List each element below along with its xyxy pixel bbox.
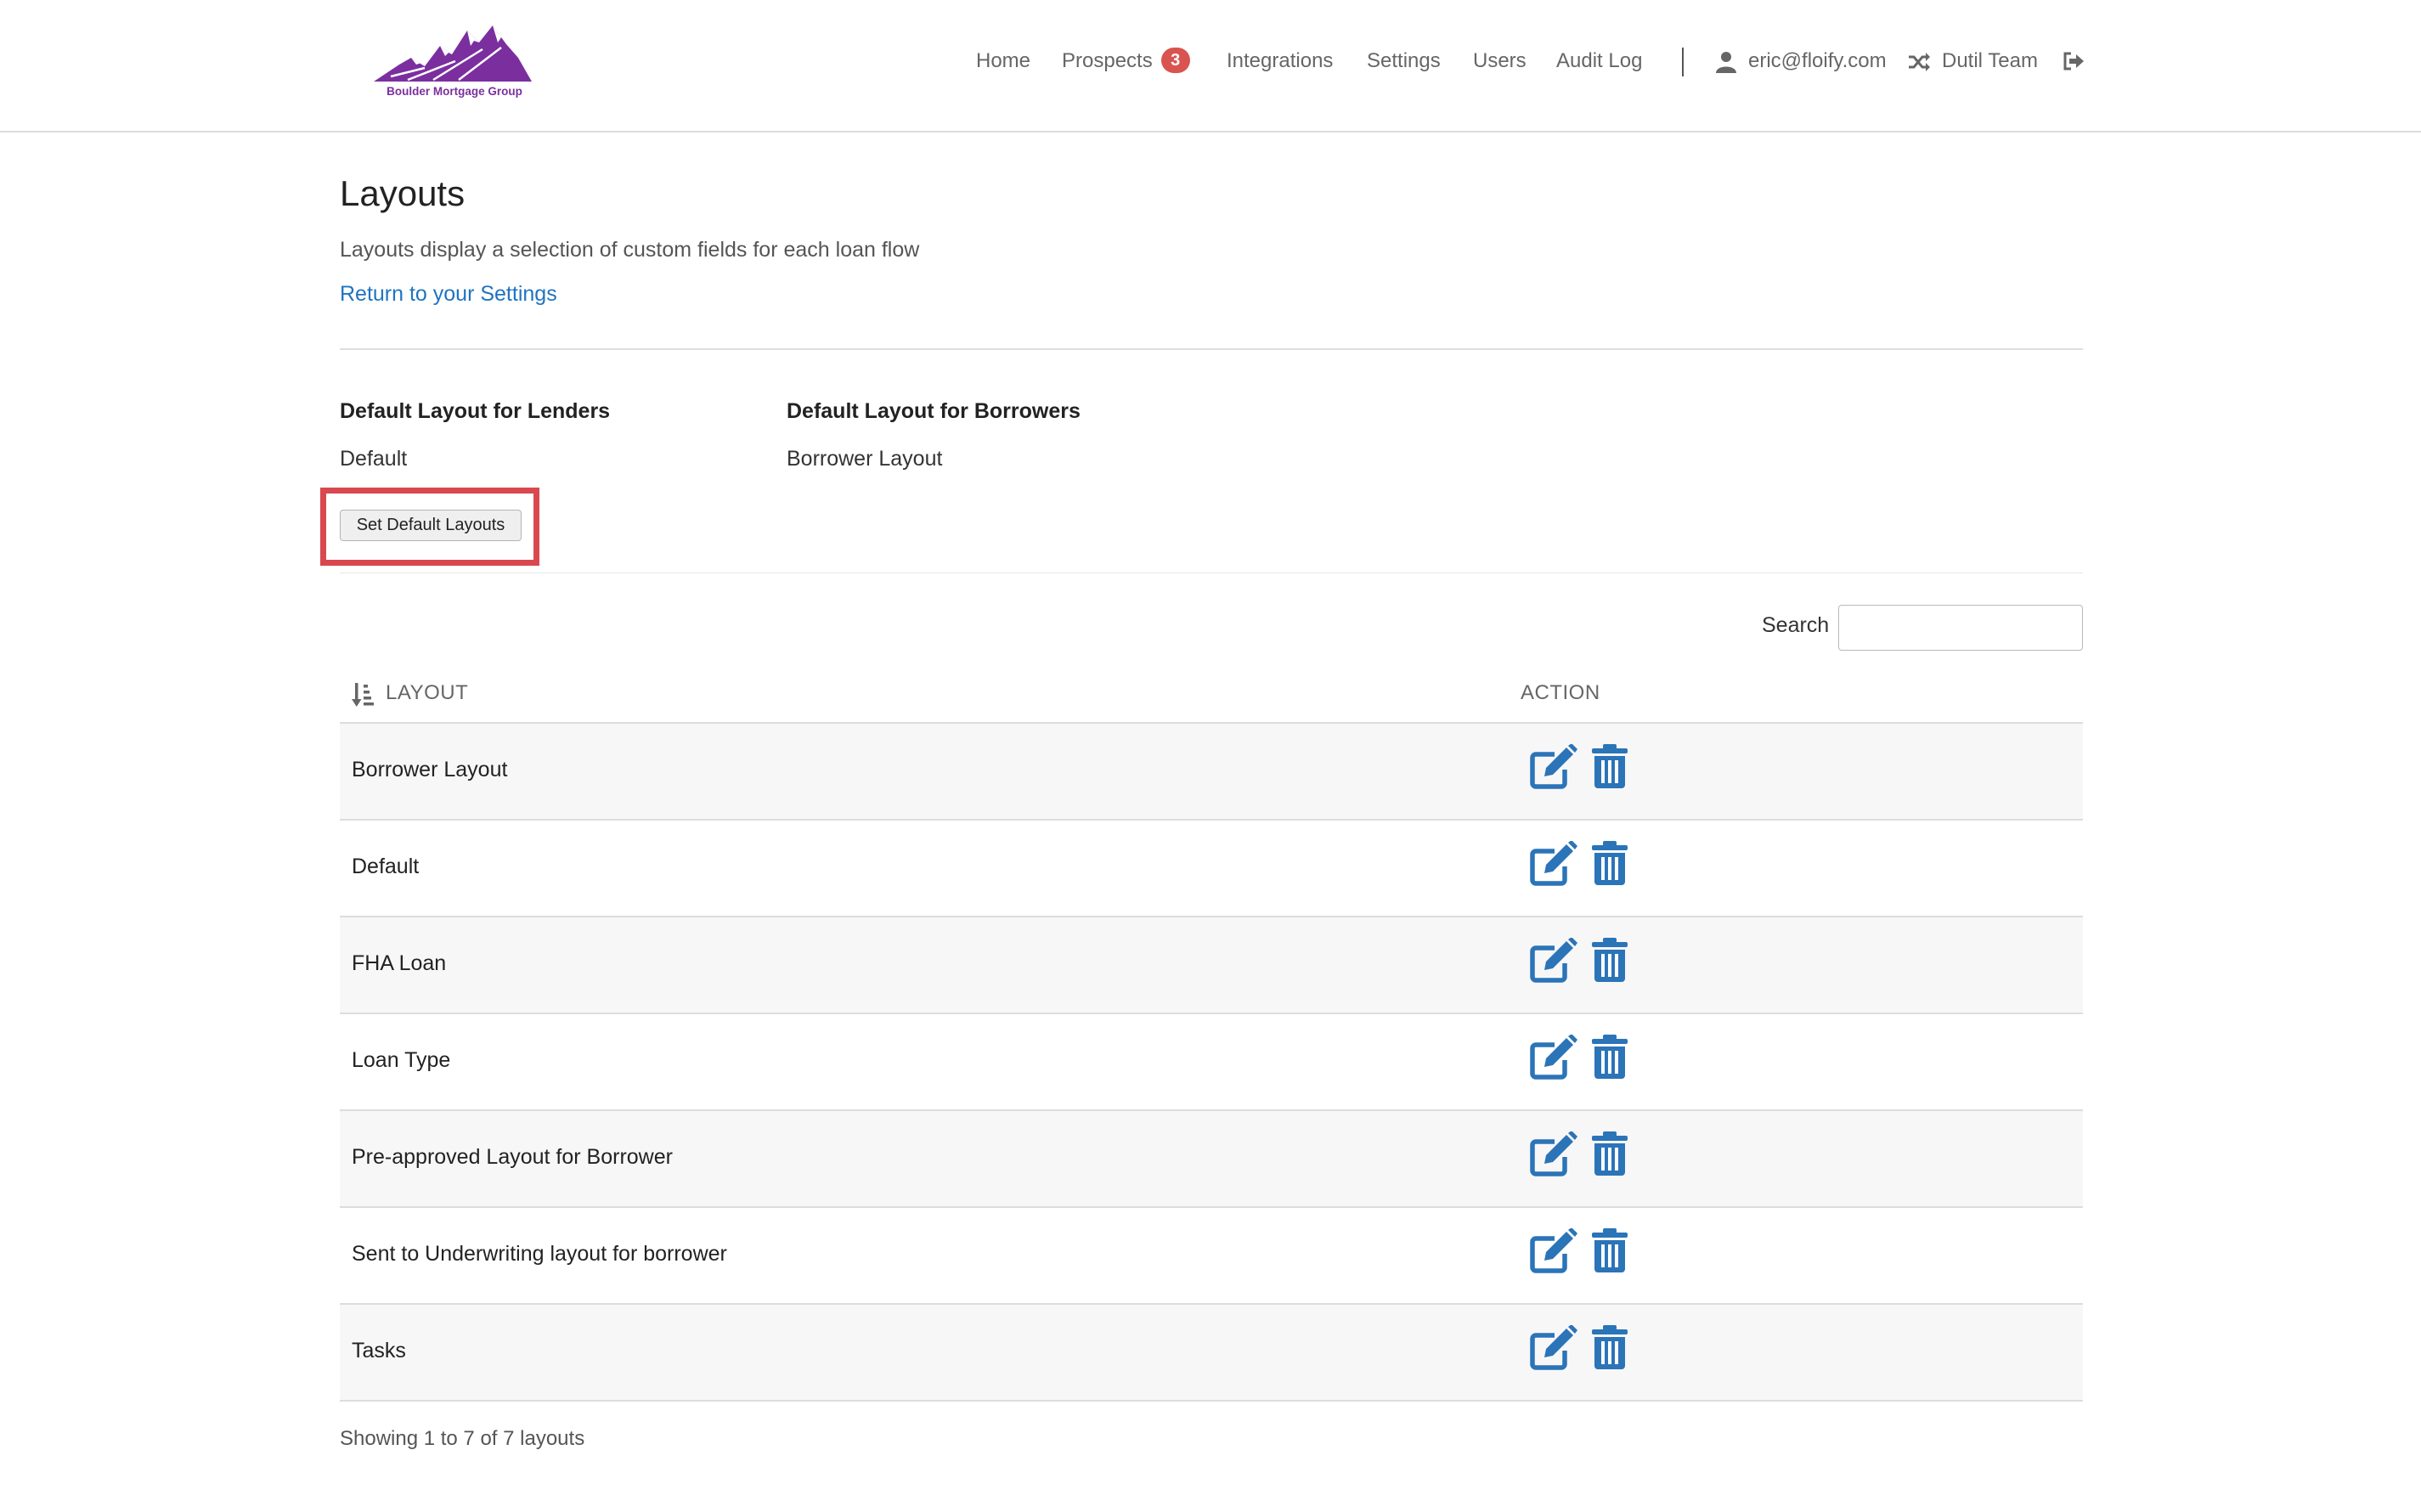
layout-name: FHA Loan	[352, 951, 447, 975]
user-icon	[1716, 51, 1736, 77]
layout-name: Tasks	[352, 1339, 406, 1362]
page-title: Layouts	[340, 173, 466, 213]
trash-icon[interactable]	[1590, 938, 1629, 988]
borrowers-default-heading: Default Layout for Borrowers	[787, 399, 1081, 423]
sort-amount-icon[interactable]	[352, 683, 374, 711]
borrowers-default-value: Borrower Layout	[787, 447, 943, 471]
lenders-default-heading: Default Layout for Lenders	[340, 399, 611, 423]
table-body: Borrower Layout Default FHA Loan Loan Type P…	[340, 724, 2083, 1402]
trash-icon[interactable]	[1590, 744, 1629, 794]
layout-name: Default	[352, 855, 420, 878]
set-default-layouts-button[interactable]: Set Default Layouts	[340, 510, 522, 541]
table-row: Tasks	[340, 1305, 2083, 1402]
table-row: Default	[340, 821, 2083, 917]
layout-name: Sent to Underwriting layout for borrower	[352, 1242, 727, 1266]
section-divider	[340, 348, 2083, 350]
lenders-default-value: Default	[340, 447, 408, 471]
layout-name: Borrower Layout	[352, 758, 508, 781]
search-label: Search	[1762, 613, 1830, 637]
layouts-table: LAYOUT ACTION Borrower Layout Default FHA …	[340, 663, 2083, 1402]
column-header-action: ACTION	[1521, 681, 1600, 704]
nav-team-switch[interactable]: Dutil Team	[1942, 44, 2038, 78]
return-to-settings-link[interactable]: Return to your Settings	[340, 282, 557, 307]
table-row: Borrower Layout	[340, 724, 2083, 821]
top-navbar: Boulder Mortgage Group Home Prospects 3 I…	[0, 0, 2421, 133]
nav-prospects[interactable]: Prospects 3	[1062, 44, 1190, 78]
layout-name: Pre-approved Layout for Borrower	[352, 1145, 673, 1169]
trash-icon[interactable]	[1590, 1035, 1629, 1085]
trash-icon[interactable]	[1590, 1228, 1629, 1278]
edit-icon[interactable]	[1529, 937, 1578, 988]
nav-user-email[interactable]: eric@floify.com	[1748, 44, 1887, 78]
edit-icon[interactable]	[1529, 1034, 1578, 1085]
nav-audit-log[interactable]: Audit Log	[1556, 44, 1642, 78]
mountain-logo-icon	[374, 25, 532, 82]
table-row: Loan Type	[340, 1014, 2083, 1111]
company-logo[interactable]: Boulder Mortgage Group	[374, 24, 535, 102]
trash-icon[interactable]	[1590, 841, 1629, 891]
edit-icon[interactable]	[1529, 1131, 1578, 1182]
edit-icon[interactable]	[1529, 743, 1578, 794]
page-description: Layouts display a selection of custom fi…	[340, 238, 920, 262]
search-input[interactable]	[1838, 605, 2083, 651]
nav-home[interactable]: Home	[976, 44, 1030, 78]
logo-text: Boulder Mortgage Group	[387, 85, 522, 98]
layout-name: Loan Type	[352, 1048, 451, 1072]
edit-icon[interactable]	[1529, 1324, 1578, 1375]
shuffle-icon	[1908, 53, 1930, 76]
trash-icon[interactable]	[1590, 1131, 1629, 1182]
edit-icon[interactable]	[1529, 840, 1578, 891]
sign-out-icon[interactable]	[2063, 51, 2085, 76]
trash-icon[interactable]	[1590, 1325, 1629, 1375]
nav-divider	[1682, 48, 1684, 76]
prospects-count-badge: 3	[1160, 48, 1190, 73]
table-info: Showing 1 to 7 of 7 layouts	[340, 1427, 585, 1450]
table-row: FHA Loan	[340, 917, 2083, 1014]
column-header-layout[interactable]: LAYOUT	[386, 681, 468, 705]
table-row: Sent to Underwriting layout for borrower	[340, 1208, 2083, 1305]
nav-settings[interactable]: Settings	[1367, 44, 1441, 78]
nav-prospects-label: Prospects	[1062, 49, 1153, 72]
table-row: Pre-approved Layout for Borrower	[340, 1111, 2083, 1208]
nav-integrations[interactable]: Integrations	[1227, 44, 1333, 78]
table-header: LAYOUT ACTION	[340, 663, 2083, 724]
nav-users[interactable]: Users	[1473, 44, 1527, 78]
edit-icon[interactable]	[1529, 1227, 1578, 1278]
